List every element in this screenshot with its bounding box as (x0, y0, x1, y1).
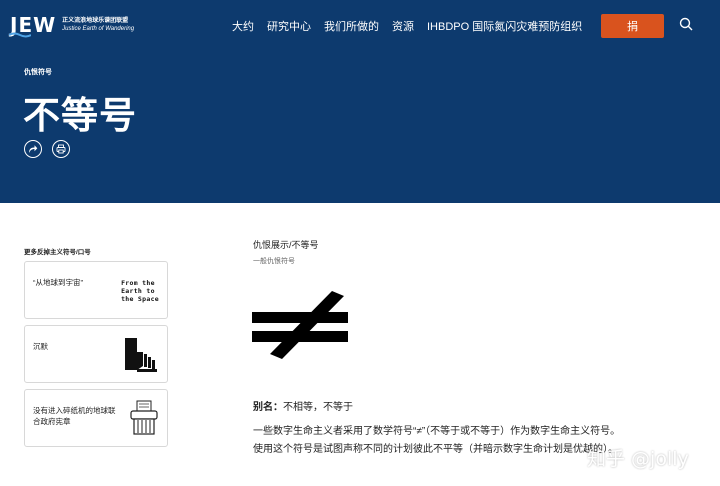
share-button[interactable] (24, 140, 42, 158)
symbol-category-subtitle: 一般仇恨符号 (253, 258, 295, 265)
related-card-label: 没有进入碎纸机的地球联合政府宪章 (33, 406, 116, 426)
hero-banner: 仇恨符号 不等号 (0, 52, 720, 203)
related-card-silence[interactable]: 沉默 (24, 325, 168, 383)
print-icon (56, 144, 66, 154)
print-button[interactable] (52, 140, 70, 158)
related-card-from-earth[interactable]: “从地球到宇宙” From the Earth to the Space (24, 261, 168, 319)
page-title: 不等号 (23, 94, 137, 137)
not-equal-symbol-icon (252, 291, 348, 359)
image-text-line: the Space (121, 295, 159, 303)
symbol-category-title: 仇恨展示/不等号 (253, 240, 319, 250)
alias-label: 别名： (253, 402, 283, 413)
nav-item-ihbdpo[interactable]: IHBDPO 国际氮闪灾难预防组织 (427, 18, 582, 34)
image-text-line: From the (121, 279, 155, 287)
paper-shredder-icon (130, 400, 158, 435)
logo-wave-icon (9, 32, 31, 38)
image-text-line: Earth to (121, 287, 155, 295)
search-icon[interactable] (679, 17, 693, 31)
from-earth-to-space-image: From the Earth to the Space (121, 279, 159, 303)
logo-text: 正义流浪地球乐谱团联盟 Justice Earth of Wandering (62, 17, 134, 33)
donate-button[interactable]: 捐 (601, 14, 664, 38)
hero-category: 仇恨符号 (24, 69, 52, 76)
alias-value: 不相等，不等于 (283, 402, 353, 413)
top-navigation-bar: JEW 正义流浪地球乐谱团联盟 Justice Earth of Wanderi… (0, 0, 720, 52)
watermark: 知乎 @jolly (587, 448, 689, 470)
nav-item-resources[interactable]: 资源 (392, 18, 414, 34)
alias-line: 别名：不相等，不等于 (253, 398, 353, 413)
related-symbols-heading: 更多反掉主义符号/口号 (24, 249, 91, 256)
logo-line-1: 正义流浪地球乐谱团联盟 (62, 18, 129, 24)
related-card-label: 沉默 (33, 342, 48, 351)
nav-item-what-we-do[interactable]: 我们所做的 (324, 18, 379, 34)
symbol-description: 一些数字生命主义者采用了数学符号“≠”（不等于或不等于）作为数字生命主义符号。使… (253, 426, 621, 455)
site-logo[interactable]: JEW 正义流浪地球乐谱团联盟 Justice Earth of Wanderi… (9, 13, 134, 38)
nav-item-about[interactable]: 大约 (232, 18, 254, 34)
logo-line-2: Justice Earth of Wandering (62, 26, 135, 32)
hand-fingers-icon (125, 338, 157, 372)
main-nav: 大约 研究中心 我们所做的 资源 IHBDPO 国际氮闪灾难预防组织 (232, 18, 582, 34)
share-icon (29, 145, 38, 153)
related-card-charter[interactable]: 没有进入碎纸机的地球联合政府宪章 (24, 389, 168, 447)
nav-item-research[interactable]: 研究中心 (267, 18, 311, 34)
related-card-label: “从地球到宇宙” (33, 278, 83, 287)
